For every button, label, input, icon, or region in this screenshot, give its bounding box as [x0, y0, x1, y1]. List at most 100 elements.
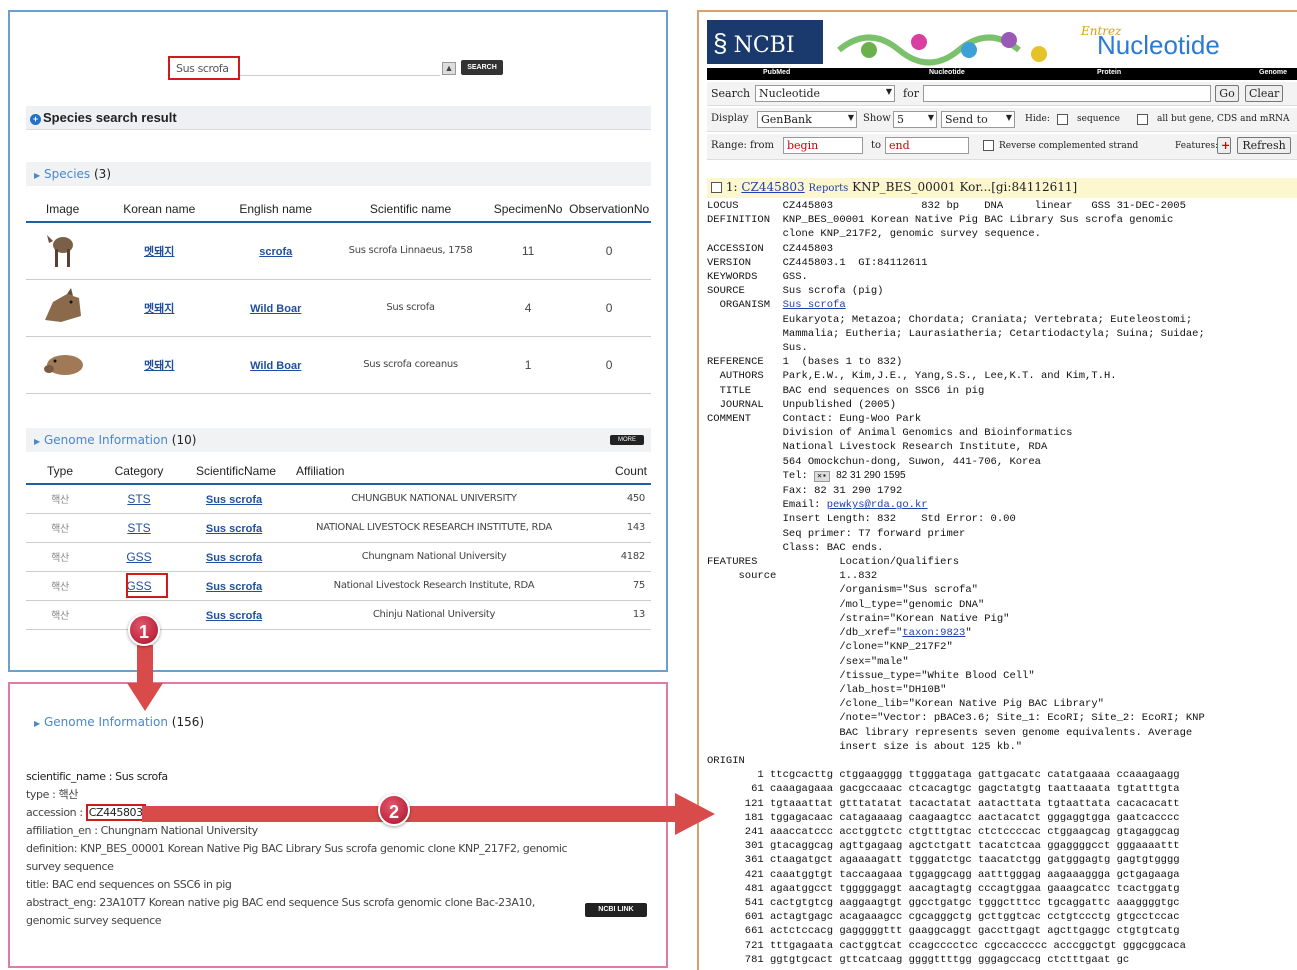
more-button[interactable]: MORE — [610, 435, 644, 445]
nav-genome[interactable]: Genome — [1259, 69, 1287, 76]
english-name-link[interactable]: Wild Boar — [250, 303, 301, 315]
record-title: KNP_BES_00001 Kor...[gi:84112611] — [852, 180, 1078, 194]
species-image[interactable] — [26, 336, 100, 394]
show-select[interactable]: 5 ▼ — [893, 111, 937, 128]
record-header: 1: CZ445803 Reports KNP_BES_00001 Kor...… — [707, 178, 1297, 198]
scientific-name-link[interactable]: Sus scrofa — [206, 581, 262, 593]
species-search-panel: Sus scrofa ▲ SEARCH + Species search resu… — [8, 10, 668, 672]
detail-definition: definition: KNP_BES_00001 Korean Native … — [26, 842, 568, 855]
korean-name-link[interactable]: 멧돼지 — [144, 246, 174, 258]
search-input[interactable]: Sus scrofa — [168, 56, 240, 80]
scientific-name-link[interactable]: Sus scrofa — [206, 523, 262, 535]
genome-table-header: Type Category ScientificName Affiliation… — [26, 458, 651, 485]
revcomp-checkbox[interactable] — [983, 140, 994, 151]
scientific-name: Sus scrofa — [332, 279, 489, 337]
english-name-link[interactable]: scrofa — [259, 246, 292, 258]
arrow-down-icon — [137, 645, 153, 685]
col-count: Count — [584, 458, 651, 485]
scientific-name-link[interactable]: Sus scrofa — [206, 610, 262, 622]
chevron-down-icon: ▼ — [927, 113, 934, 122]
type-cell: 핵산 — [26, 600, 94, 630]
ncbi-logo[interactable]: § NCBI — [707, 20, 823, 64]
database-select[interactable]: Nucleotide ▼ — [755, 85, 895, 102]
hide-sequence-checkbox[interactable] — [1057, 114, 1068, 125]
species-section-header[interactable]: ▶ Species (3) — [26, 162, 651, 186]
scientific-name: Sus scrofa Linnaeus, 1758 — [332, 222, 489, 280]
scientific-name-link[interactable]: Sus scrofa — [206, 552, 262, 564]
affiliation-cell: Chinju National University — [284, 600, 584, 630]
record-accession-link[interactable]: CZ445803 — [741, 180, 804, 194]
refresh-button[interactable]: Refresh — [1237, 137, 1291, 154]
count-cell: 4182 — [584, 542, 651, 572]
table-row: 핵산 GSS Sus scrofa National Livestock Res… — [26, 571, 651, 601]
species-image[interactable] — [26, 222, 100, 280]
up-arrow-icon[interactable]: ▲ — [442, 62, 456, 75]
table-row: 멧돼지 scrofa Sus scrofa Linnaeus, 1758 11 … — [26, 222, 651, 280]
col-scientific-name: Scientific name — [332, 196, 489, 223]
step-2-badge: 2 — [378, 794, 410, 826]
ncbi-nav-bar: PubMed Nucleotide Protein Genome — [707, 68, 1297, 80]
korean-name-link[interactable]: 멧돼지 — [144, 303, 174, 315]
hide-allbut-checkbox[interactable] — [1137, 114, 1148, 125]
specimen-no: 11 — [488, 222, 568, 280]
range-to-input[interactable]: end — [885, 137, 969, 154]
col-type: Type — [26, 458, 94, 485]
detail-affiliation: affiliation_en : Chungnam National Unive… — [26, 824, 258, 837]
category-link[interactable]: STS — [127, 492, 150, 506]
taxon-link[interactable]: taxon:9823 — [902, 627, 965, 639]
scientific-name-link[interactable]: Sus scrofa — [206, 494, 262, 506]
accession-value: CZ445803 — [85, 804, 146, 821]
dna-banner-icon — [837, 32, 1047, 66]
nav-nucleotide[interactable]: Nucleotide — [929, 69, 965, 76]
features-plus-button[interactable]: + — [1217, 137, 1231, 154]
count-cell: 143 — [584, 513, 651, 543]
category-link[interactable]: GSS — [126, 550, 151, 564]
query-input[interactable] — [923, 85, 1211, 102]
table-row: 멧돼지 Wild Boar Sus scrofa coreanus 1 0 — [26, 336, 651, 394]
display-select[interactable]: GenBank ▼ — [757, 111, 857, 128]
range-from-input[interactable]: begin — [783, 137, 863, 154]
features-label: Features: — [1175, 141, 1219, 151]
observation-no: 0 — [567, 279, 651, 337]
species-image[interactable] — [26, 279, 100, 337]
table-row: 핵산 Sus scrofa Chinju National University… — [26, 600, 651, 630]
tel-number: 82 31 290 1595 — [836, 469, 906, 481]
table-row: 핵산 GSS Sus scrofa Chungnam National Univ… — [26, 542, 651, 572]
triangle-right-icon: ▶ — [34, 719, 41, 728]
go-button[interactable]: Go — [1215, 85, 1239, 102]
email-link[interactable]: pewkys@rda.go.kr — [827, 499, 928, 511]
count-cell: 75 — [584, 571, 651, 601]
nav-protein[interactable]: Protein — [1097, 69, 1121, 76]
gss-highlight-box — [126, 573, 168, 598]
accession-label: accession : — [26, 806, 86, 819]
reports-link[interactable]: Reports — [809, 183, 849, 194]
search-label: Search — [711, 87, 751, 100]
ncbi-s-icon: § — [713, 28, 728, 58]
show-value: 5 — [897, 113, 904, 126]
search-button[interactable]: SEARCH — [461, 60, 503, 75]
clear-button[interactable]: Clear — [1245, 85, 1283, 102]
count-cell: 450 — [584, 484, 651, 514]
revcomp-label: Reverse complemented strand — [999, 141, 1139, 151]
genome-section-header[interactable]: ▶ Genome Information (10) — [26, 428, 651, 452]
detail-section-header[interactable]: ▶ Genome Information (156) — [26, 710, 651, 734]
nav-pubmed[interactable]: PubMed — [763, 69, 790, 76]
english-name-link[interactable]: Wild Boar — [250, 360, 301, 372]
observation-no: 0 — [567, 336, 651, 394]
category-link[interactable]: STS — [127, 521, 150, 535]
detail-count: (156) — [171, 715, 205, 729]
species-table-header: Image Korean name English name Scientifi… — [26, 196, 651, 223]
species-table: Image Korean name English name Scientifi… — [26, 196, 651, 394]
record-checkbox[interactable] — [711, 182, 722, 193]
table-row: 핵산 STS Sus scrofa NATIONAL LIVESTOCK RES… — [26, 513, 651, 543]
ncbi-header: § NCBI Entrez Nucleotide — [699, 12, 1297, 68]
ncbi-link-button[interactable]: NCBI LINK — [585, 903, 647, 917]
korean-name-link[interactable]: 멧돼지 — [144, 360, 174, 372]
phone-icon: ✕▪ — [814, 470, 830, 482]
detail-abstract: abstract_eng: 23A10T7 Korean native pig … — [26, 896, 535, 909]
organism-link[interactable]: Sus scrofa — [783, 299, 846, 311]
arrow-right-head-icon — [675, 793, 715, 835]
detail-title: title: BAC end sequences on SSC6 in pig — [26, 878, 232, 891]
send-to-select[interactable]: Send to ▼ — [941, 111, 1015, 128]
species-section-label: Species — [43, 167, 91, 181]
